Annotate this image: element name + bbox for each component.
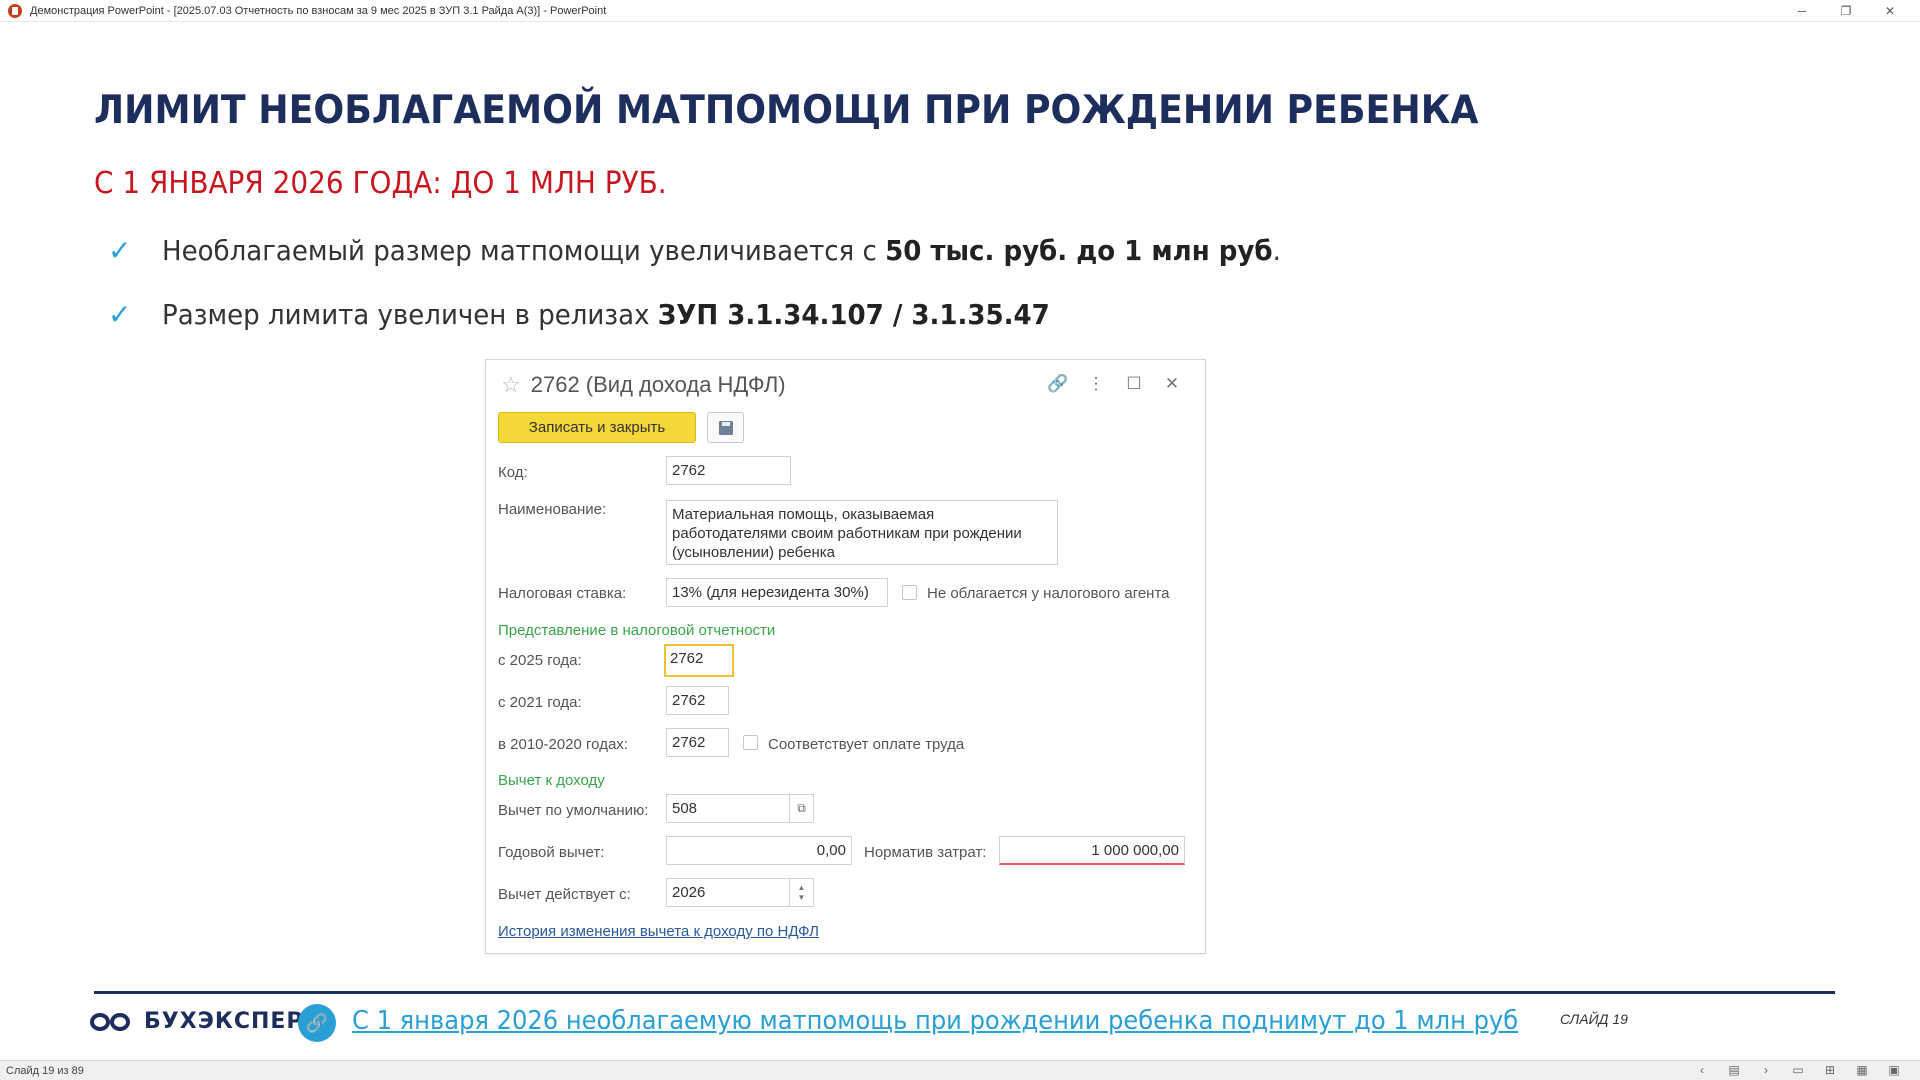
from-2021-field[interactable]: 2762 — [666, 686, 729, 715]
slides-menu-icon[interactable]: ▤ — [1718, 1063, 1750, 1077]
in-2010-2020-field[interactable]: 2762 — [666, 728, 729, 757]
bullet-item: ✓ Необлагаемый размер матпомощи увеличив… — [108, 234, 1365, 267]
cost-norm-field[interactable]: 1 000 000,00 — [999, 836, 1185, 865]
from-2025-field[interactable]: 2762 — [664, 644, 734, 677]
checkmark-icon: ✓ — [108, 299, 132, 330]
window-title: Демонстрация PowerPoint - [2025.07.03 От… — [30, 4, 607, 17]
default-deduction-field[interactable]: 508 — [666, 794, 790, 823]
name-label: Наименование: — [498, 501, 607, 518]
effective-from-label: Вычет действует с: — [498, 886, 631, 903]
owl-eyes-icon — [90, 1010, 134, 1034]
save-button[interactable] — [707, 412, 744, 443]
slideshow-view-icon[interactable]: ▣ — [1878, 1063, 1910, 1077]
checkmark-icon: ✓ — [108, 235, 132, 266]
section-tax-reporting: Представление в налоговой отчетности — [498, 622, 776, 639]
normal-view-icon[interactable]: ▭ — [1782, 1063, 1814, 1077]
slide-sorter-icon[interactable]: ⊞ — [1814, 1063, 1846, 1077]
close-window-button[interactable]: ✕ — [1868, 0, 1912, 22]
form-header-icons: 🔗 ⋮ ☐ ✕ — [1039, 374, 1191, 394]
spin-down-icon: ▼ — [797, 892, 806, 902]
floppy-disk-icon — [718, 420, 733, 435]
favorite-star-icon[interactable]: ☆ — [501, 372, 521, 398]
cost-norm-label: Норматив затрат: — [864, 844, 987, 861]
footer-divider — [94, 991, 1835, 994]
slide-number: СЛАЙД 19 — [1560, 1011, 1628, 1027]
tax-rate-label: Налоговая ставка: — [498, 585, 627, 602]
bullet-text-tail: . — [1272, 234, 1281, 267]
bullet-text: Необлагаемый размер матпомощи увеличивае… — [162, 234, 1281, 267]
window-titlebar: Демонстрация PowerPoint - [2025.07.03 От… — [0, 0, 1920, 22]
link-icon[interactable]: 🔗 — [1039, 374, 1077, 394]
article-link[interactable]: С 1 января 2026 необлагаемую матпомощь п… — [352, 1006, 1518, 1036]
spin-up-icon: ▲ — [797, 882, 806, 892]
more-icon[interactable]: ⋮ — [1077, 374, 1115, 394]
window-controls: ─ ❐ ✕ — [1780, 0, 1912, 22]
income-type-form: ☆ 2762 (Вид дохода НДФЛ) 🔗 ⋮ ☐ ✕ Записат… — [485, 359, 1206, 954]
bullet-text-bold: ЗУП 3.1.34.107 / 3.1.35.47 — [657, 298, 1050, 331]
deduction-history-link[interactable]: История изменения вычета к доходу по НДФ… — [498, 923, 819, 940]
form-header: ☆ 2762 (Вид дохода НДФЛ) — [501, 372, 786, 398]
chain-link-icon: 🔗 — [298, 1004, 336, 1042]
tax-rate-field[interactable]: 13% (для нерезидента 30%) — [666, 578, 888, 607]
slide-subtitle: С 1 ЯНВАРЯ 2026 ГОДА: ДО 1 МЛН РУБ. — [94, 166, 667, 201]
save-and-close-button[interactable]: Записать и закрыть — [498, 412, 696, 443]
not-taxed-checkbox[interactable] — [902, 585, 917, 600]
default-deduction-label: Вычет по умолчанию: — [498, 802, 649, 819]
restore-button[interactable]: ❐ — [1824, 0, 1868, 22]
brand-name: БУХЭКСПЕРТ — [144, 1009, 320, 1034]
bullet-text-bold: 50 тыс. руб. до 1 млн руб — [885, 234, 1273, 267]
annual-deduction-field[interactable]: 0,00 — [666, 836, 852, 865]
brand-logo: БУХЭКСПЕРТ — [90, 1009, 320, 1034]
minimize-button[interactable]: ─ — [1780, 0, 1824, 22]
labor-pay-label: Соответствует оплате труда — [768, 736, 965, 753]
open-deduction-button[interactable]: ⧉ — [790, 794, 814, 823]
slide-title: ЛИМИТ НЕОБЛАГАЕМОЙ МАТПОМОЩИ ПРИ РОЖДЕНИ… — [94, 88, 1479, 133]
link-glyph: 🔗 — [305, 1012, 329, 1033]
code-field[interactable]: 2762 — [666, 456, 791, 485]
from-2025-label: с 2025 года: — [498, 652, 582, 669]
annual-deduction-label: Годовой вычет: — [498, 844, 605, 861]
prev-slide-icon[interactable]: ‹ — [1686, 1063, 1718, 1077]
not-taxed-label: Не облагается у налогового агента — [927, 585, 1170, 602]
reading-view-icon[interactable]: ▦ — [1846, 1063, 1878, 1077]
slide-counter: Слайд 19 из 89 — [6, 1065, 84, 1077]
from-2021-label: с 2021 года: — [498, 694, 582, 711]
maximize-icon[interactable]: ☐ — [1115, 374, 1153, 394]
effective-from-field[interactable]: 2026 — [666, 878, 790, 907]
bullet-text-plain: Необлагаемый размер матпомощи увеличивае… — [162, 234, 886, 267]
in-2010-2020-label: в 2010-2020 годах: — [498, 736, 628, 753]
powerpoint-icon — [8, 3, 22, 18]
name-field[interactable]: Материальная помощь, оказываемая работод… — [666, 500, 1058, 565]
section-deduction: Вычет к доходу — [498, 772, 605, 789]
next-slide-icon[interactable]: › — [1750, 1063, 1782, 1077]
code-label: Код: — [498, 464, 528, 481]
close-icon[interactable]: ✕ — [1153, 374, 1191, 394]
bullet-text-plain: Размер лимита увеличен в релизах — [162, 298, 658, 331]
status-bar: Слайд 19 из 89 ‹ ▤ › ▭ ⊞ ▦ ▣ — [0, 1060, 1920, 1080]
labor-pay-checkbox[interactable] — [743, 735, 758, 750]
year-spinner[interactable]: ▲ ▼ — [790, 878, 814, 907]
open-icon: ⧉ — [797, 801, 806, 815]
bullet-item: ✓ Размер лимита увеличен в релизах ЗУП 3… — [108, 298, 1117, 331]
status-bar-icons: ‹ ▤ › ▭ ⊞ ▦ ▣ — [1686, 1063, 1910, 1077]
form-title: 2762 (Вид дохода НДФЛ) — [530, 372, 786, 397]
bullet-text: Размер лимита увеличен в релизах ЗУП 3.1… — [162, 298, 1050, 331]
